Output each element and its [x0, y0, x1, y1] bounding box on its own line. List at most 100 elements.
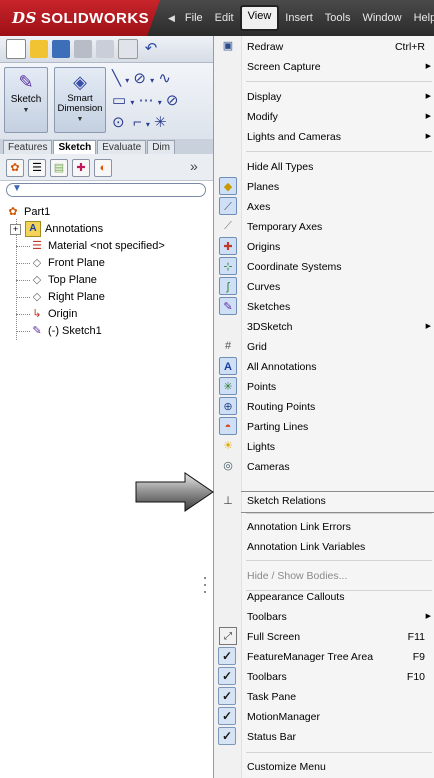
line-dropdown-icon[interactable]: ▾ [125, 76, 129, 85]
brand-name: SOLIDWORKS [40, 10, 150, 27]
menu-item-3dsketch[interactable]: 3DSketch ▶ [247, 317, 433, 337]
menu-item-status-bar[interactable]: Status Bar [247, 727, 433, 747]
menu-item-axes[interactable]: Axes [247, 197, 433, 217]
menu-item-hide-all-types[interactable]: Hide All Types [247, 157, 433, 177]
tree-item-origin[interactable]: ↳ Origin [30, 306, 77, 323]
slot-tool-icon[interactable]: ⊙ [112, 114, 125, 131]
spline-tool-icon[interactable]: ∿ [158, 70, 171, 87]
polygon-tool-icon[interactable]: ⋯ [139, 92, 154, 109]
menu-item-all-annotations[interactable]: All Annotations [247, 357, 433, 377]
menu-file[interactable]: File [179, 7, 209, 29]
menu-item-redraw[interactable]: Redraw Ctrl+R [247, 37, 433, 57]
featuremanager-tab-icon[interactable]: ✿ [6, 159, 24, 177]
tab-dim[interactable]: Dim [147, 140, 175, 154]
tree-item-top-plane[interactable]: ◇ Top Plane [30, 272, 97, 289]
menu-item-points[interactable]: Points [247, 377, 433, 397]
menu-item-cameras[interactable]: Cameras [247, 457, 433, 477]
menu-item-modify[interactable]: Modify ▶ [247, 107, 433, 127]
menu-item-annotation-link-variables[interactable]: Annotation Link Variables [247, 537, 433, 557]
grid-icon: # [224, 340, 232, 352]
menu-item-screen-capture[interactable]: Screen Capture ▶ [247, 57, 433, 77]
menu-item-grid[interactable]: Grid [247, 337, 433, 357]
tree-item-sketch1[interactable]: ✎ (-) Sketch1 [30, 323, 101, 340]
menu-item-task-pane[interactable]: Task Pane [247, 687, 433, 707]
tree-item-right-plane[interactable]: ◇ Right Plane [30, 289, 105, 306]
menu-item-motionmanager[interactable]: MotionManager [247, 707, 433, 727]
menu-expand-arrow-icon[interactable]: ◀ [160, 13, 179, 24]
smart-dimension-dropdown-icon[interactable]: ▼ [55, 116, 105, 123]
tree-item-part1[interactable]: ✿ Part1 [6, 204, 50, 221]
polygon-dropdown-icon[interactable]: ▾ [158, 98, 162, 107]
propertymanager-tab-icon[interactable]: ☰ [28, 159, 46, 177]
axes-icon: ⟋ [219, 197, 237, 215]
save-icon[interactable] [52, 40, 70, 58]
print-icon[interactable] [74, 40, 92, 58]
smart-dimension-button[interactable]: ◈ Smart Dimension ▼ [54, 67, 106, 133]
tree-filter-input[interactable]: ▼ [6, 183, 206, 197]
menu-item-label: All Annotations [247, 361, 317, 373]
new-document-icon[interactable] [6, 39, 26, 59]
menu-item-label: Origins [247, 241, 281, 253]
sketch-dropdown-icon[interactable]: ▼ [5, 107, 47, 114]
tree-item-annotations[interactable]: + A Annotations [10, 221, 103, 238]
menu-item-label: 3DSketch [247, 321, 293, 333]
dimxpert-tab-icon[interactable]: ✚ [72, 159, 90, 177]
coordinate-systems-icon: ⊹ [219, 257, 237, 275]
submenu-arrow-icon: ▶ [425, 133, 431, 140]
menu-edit[interactable]: Edit [209, 7, 240, 29]
menu-item-customize-menu[interactable]: Customize Menu [247, 757, 433, 777]
menu-item-coordinate-systems[interactable]: Coordinate Systems [247, 257, 433, 277]
menu-item-lights[interactable]: Lights [247, 437, 433, 457]
menu-item-shortcut: F11 [407, 631, 425, 643]
menu-item-curves[interactable]: Curves [247, 277, 433, 297]
menu-item-appearance-callouts[interactable]: Appearance Callouts [247, 587, 433, 607]
open-folder-icon[interactable] [30, 40, 48, 58]
parting-lines-icon: ◓ [219, 417, 237, 435]
expand-plus-icon[interactable]: + [10, 223, 21, 235]
menu-item-toolbars[interactable]: Toolbars F10 [247, 667, 433, 687]
sketch-button[interactable]: ✎ Sketch ▼ [4, 67, 48, 133]
rectangle-dropdown-icon[interactable]: ▾ [130, 98, 134, 107]
tab-sketch[interactable]: Sketch [53, 140, 97, 154]
menu-item-sketches[interactable]: Sketches [247, 297, 433, 317]
tree-item-front-plane[interactable]: ◇ Front Plane [30, 255, 105, 272]
rectangle-tool-icon[interactable]: ▭ [112, 92, 126, 109]
ellipse-tool-icon[interactable]: ⊘ [166, 92, 179, 109]
menu-item-sketch-relations[interactable]: Sketch Relations [247, 491, 433, 511]
menu-item-routing-points[interactable]: Routing Points [247, 397, 433, 417]
menu-tools[interactable]: Tools [319, 7, 357, 29]
point-tool-icon[interactable]: ✳ [154, 114, 167, 131]
menu-view[interactable]: View [239, 5, 280, 31]
tab-features[interactable]: Features [3, 140, 53, 154]
menu-item-full-screen[interactable]: Full Screen F11 [247, 627, 433, 647]
rebuild-icon[interactable] [96, 40, 114, 58]
menu-help[interactable]: Help [408, 7, 434, 29]
menu-item-origins[interactable]: Origins [247, 237, 433, 257]
menu-item-annotation-link-errors[interactable]: Annotation Link Errors [247, 517, 433, 537]
undo-icon[interactable]: ↶ [142, 40, 160, 58]
menu-insert[interactable]: Insert [279, 7, 319, 29]
circle-dropdown-icon[interactable]: ▾ [150, 76, 154, 85]
select-icon[interactable] [118, 39, 138, 59]
menu-item-toolbars-submenu[interactable]: Toolbars ▶ [247, 607, 433, 627]
view-menu-dropdown: ▣ ◆ ⟋ ⟋ ✚ ⊹ ʃ ✎ # A ✳ ⊕ ◓ ☀ ◎ ⊥ ⤢ ✓ ✓ ✓ … [213, 36, 434, 778]
panel-splitter-handle[interactable] [202, 570, 208, 600]
menu-item-label: MotionManager [247, 711, 320, 723]
menu-item-featuremanager-tree-area[interactable]: FeatureManager Tree Area F9 [247, 647, 433, 667]
line-tool-icon[interactable]: ╲ [112, 70, 121, 87]
expand-panel-icon[interactable]: » [190, 158, 198, 174]
menu-item-planes[interactable]: Planes [247, 177, 433, 197]
fillet-dropdown-icon[interactable]: ▾ [146, 120, 150, 129]
menu-item-label: Sketch Relations [247, 495, 326, 507]
tab-evaluate[interactable]: Evaluate [97, 140, 147, 154]
tree-item-material[interactable]: ☰ Material <not specified> [30, 238, 165, 255]
menu-item-parting-lines[interactable]: Parting Lines [247, 417, 433, 437]
circle-tool-icon[interactable]: ⊘ [133, 70, 146, 87]
fillet-tool-icon[interactable]: ⌐ [133, 114, 142, 131]
display-manager-tab-icon[interactable]: ◐ [94, 159, 112, 177]
menu-item-lights-and-cameras[interactable]: Lights and Cameras ▶ [247, 127, 433, 147]
menu-item-temporary-axes[interactable]: Temporary Axes [247, 217, 433, 237]
menu-window[interactable]: Window [356, 7, 407, 29]
menu-item-display[interactable]: Display ▶ [247, 87, 433, 107]
configurationmanager-tab-icon[interactable]: ▤ [50, 159, 68, 177]
